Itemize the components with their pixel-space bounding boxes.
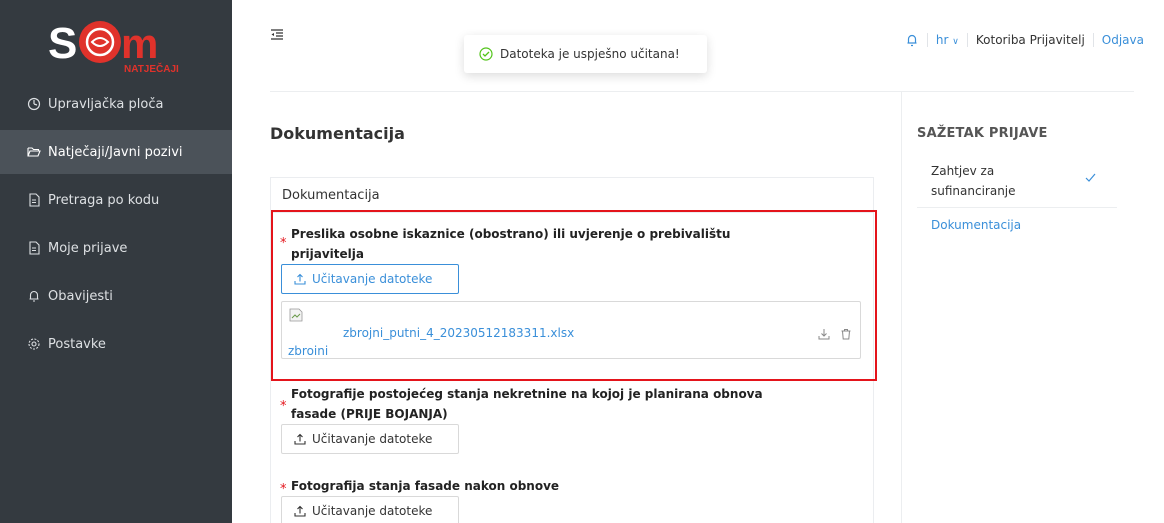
upload-button[interactable]: Učitavanje datoteke — [281, 496, 459, 523]
field-label: Preslika osobne iskaznice (obostrano) il… — [291, 224, 730, 264]
file-actions — [818, 328, 852, 340]
header-actions: hr ∨ Kotoriba Prijavitelj Odjava — [905, 33, 1144, 47]
summary-title: SAŽETAK PRIJAVE — [917, 126, 1048, 141]
field-label-line: Preslika osobne iskaznice (obostrano) il… — [291, 227, 731, 241]
upload-button-label: Učitavanje datoteke — [312, 272, 433, 286]
chevron-down-icon: ∨ — [952, 37, 959, 47]
bell-icon — [27, 289, 41, 303]
sidebar-item-settings[interactable]: Postavke — [0, 322, 232, 366]
document-icon — [27, 241, 41, 255]
field-label: Fotografija stanja fasade nakon obnove — [291, 476, 559, 496]
sidebar-item-search-by-code[interactable]: Pretraga po kodu — [0, 178, 232, 222]
divider — [966, 33, 968, 47]
gear-icon — [27, 337, 41, 351]
upload-button-label: Učitavanje datoteke — [312, 504, 433, 518]
toast-message: Datoteka je uspješno učitana! — [500, 47, 680, 61]
card-title: Dokumentacija — [282, 188, 380, 203]
svg-text:m: m — [121, 20, 158, 67]
sidebar-item-label: Postavke — [48, 336, 106, 352]
uploaded-file-item: zbroini zbrojni_putni_4_20230512183311.x… — [281, 301, 861, 359]
logo-text: NATJEČAJI — [124, 62, 179, 75]
divider — [917, 207, 1117, 208]
language-selector[interactable]: hr ∨ — [936, 33, 959, 47]
sidebar-item-dashboard[interactable]: Upravljačka ploča — [0, 82, 232, 126]
field-label-line: prijavitelja — [291, 247, 364, 261]
sidebar-item-label: Moje prijave — [48, 240, 128, 256]
user-name: Kotoriba Prijavitelj — [975, 33, 1085, 47]
check-icon — [1085, 173, 1096, 182]
upload-icon — [294, 505, 306, 517]
field-label-line: Fotografija stanja fasade nakon obnove — [291, 479, 560, 493]
sidebar-item-label: Natječaji/Javni pozivi — [48, 144, 183, 160]
sidebar-item-tenders[interactable]: Natječaji/Javni pozivi — [0, 130, 232, 174]
divider — [270, 91, 1134, 92]
field-label-line: fasade (PRIJE BOJANJA) — [291, 407, 448, 421]
broken-image-icon — [289, 308, 303, 322]
menu-fold-icon[interactable] — [270, 28, 284, 42]
success-toast: Datoteka je uspješno učitana! — [464, 35, 707, 73]
upload-button-label: Učitavanje datoteke — [312, 432, 433, 446]
language-value: hr — [935, 33, 949, 47]
summary-step-documentation[interactable]: Dokumentacija — [931, 218, 1021, 232]
bell-icon[interactable] — [905, 33, 919, 47]
delete-icon[interactable] — [840, 328, 852, 340]
svg-text:S: S — [48, 19, 77, 68]
file-thumbnail-alt[interactable]: zbroini — [288, 344, 328, 358]
upload-button[interactable]: Učitavanje datoteke — [281, 264, 459, 294]
summary-step-request[interactable]: Zahtjev za sufinanciranje — [931, 161, 1016, 201]
document-icon — [27, 193, 41, 207]
logout-link[interactable]: Odjava — [1102, 33, 1144, 47]
sidebar-item-notifications[interactable]: Obavijesti — [0, 274, 232, 318]
required-marker: * — [280, 399, 287, 414]
sidebar-item-label: Pretraga po kodu — [48, 192, 160, 208]
required-marker: * — [280, 236, 287, 251]
field-label: Fotografije postojećeg stanja nekretnine… — [291, 384, 763, 424]
download-icon[interactable] — [818, 328, 830, 340]
check-circle-icon — [479, 47, 493, 61]
page-title: Dokumentacija — [270, 124, 405, 143]
sidebar-item-label: Obavijesti — [48, 288, 113, 304]
dashboard-icon — [27, 97, 41, 111]
upload-icon — [294, 273, 306, 285]
sidebar: S m NATJEČAJI Upravljačka ploča Natječaj… — [0, 0, 232, 523]
folder-open-icon — [27, 145, 41, 159]
upload-button[interactable]: Učitavanje datoteke — [281, 424, 459, 454]
divider — [926, 33, 928, 47]
file-name-link[interactable]: zbrojni_putni_4_20230512183311.xlsx — [343, 326, 574, 340]
required-marker: * — [280, 482, 287, 497]
field-label-line: Fotografije postojećeg stanja nekretnine… — [291, 387, 763, 401]
logo[interactable]: S m NATJEČAJI — [48, 12, 188, 76]
sidebar-item-my-applications[interactable]: Moje prijave — [0, 226, 232, 270]
divider — [1092, 33, 1094, 47]
upload-icon — [294, 433, 306, 445]
divider — [901, 92, 902, 523]
sidebar-item-label: Upravljačka ploča — [48, 96, 164, 112]
